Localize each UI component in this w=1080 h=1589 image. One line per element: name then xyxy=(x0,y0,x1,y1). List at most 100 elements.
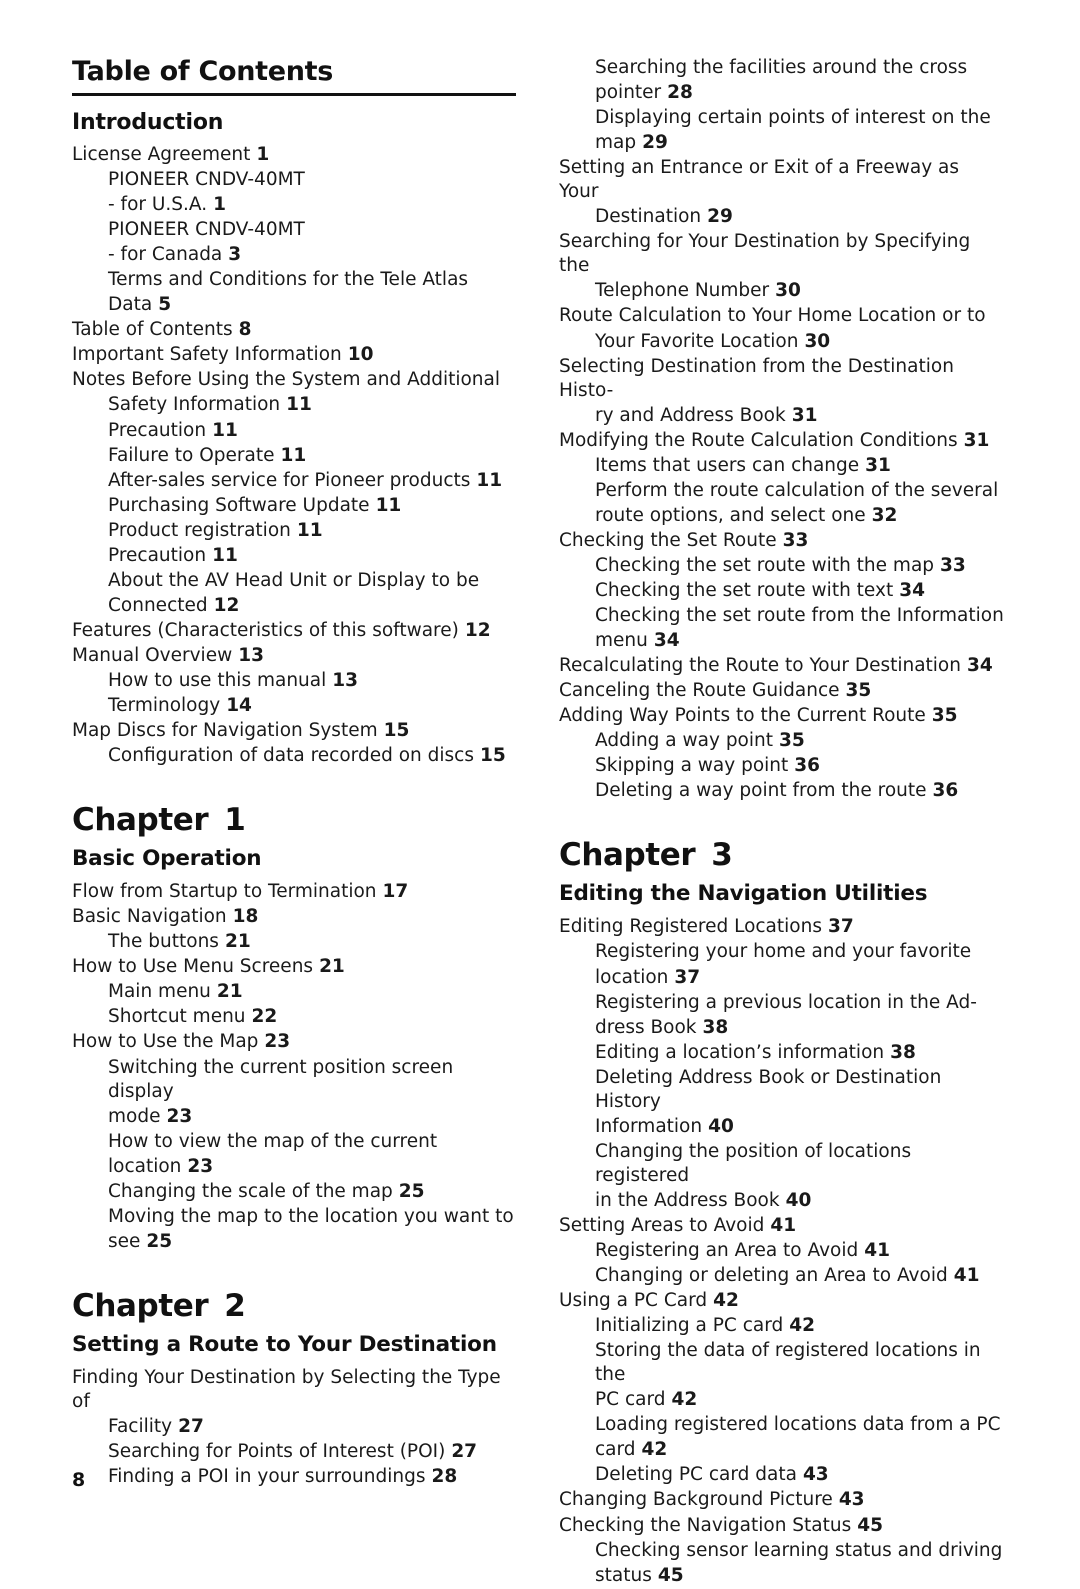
toc-entry[interactable]: Facility 27 xyxy=(72,1415,517,1439)
toc-entry[interactable]: PIONEER CNDV-40MT xyxy=(72,218,517,242)
toc-entry[interactable]: Flow from Startup to Termination 17 xyxy=(72,880,517,904)
toc-entry[interactable]: Checking the set route with the map 33 xyxy=(559,554,1004,578)
toc-entry-page: 41 xyxy=(953,1265,980,1287)
toc-entry[interactable]: Notes Before Using the System and Additi… xyxy=(72,368,517,392)
toc-entry[interactable]: Failure to Operate 11 xyxy=(72,444,517,468)
toc-entry[interactable]: pointer 28 xyxy=(559,81,1004,105)
toc-entry[interactable]: How to use this manual 13 xyxy=(72,669,517,693)
toc-entry[interactable]: Searching for Points of Interest (POI) 27 xyxy=(72,1440,517,1464)
toc-entry[interactable]: Data 5 xyxy=(72,293,517,317)
toc-entry[interactable]: Destination 29 xyxy=(559,205,1004,229)
toc-entry[interactable]: status 45 xyxy=(559,1564,1004,1588)
toc-entry[interactable]: route options, and select one 32 xyxy=(559,504,1004,528)
toc-entry[interactable]: Deleting PC card data 43 xyxy=(559,1463,1004,1487)
toc-entry[interactable]: PC card 42 xyxy=(559,1388,1004,1412)
toc-entry[interactable]: Basic Navigation 18 xyxy=(72,905,517,929)
toc-entry[interactable]: Changing the scale of the map 25 xyxy=(72,1180,517,1204)
toc-entry[interactable]: Adding Way Points to the Current Route 35 xyxy=(559,704,1004,728)
toc-entry[interactable]: Perform the route calculation of the sev… xyxy=(559,479,1004,503)
toc-entry[interactable]: Configuration of data recorded on discs 1… xyxy=(72,744,517,768)
toc-entry[interactable]: Registering your home and your favorite xyxy=(559,940,1004,964)
toc-entry[interactable]: - for U.S.A. 1 xyxy=(72,193,517,217)
toc-entry[interactable]: Initializing a PC card 42 xyxy=(559,1314,1004,1338)
toc-entry[interactable]: Adding a way point 35 xyxy=(559,729,1004,753)
toc-entry[interactable]: Displaying certain points of interest on… xyxy=(559,106,1004,130)
toc-entry[interactable]: Product registration 11 xyxy=(72,519,517,543)
toc-entry[interactable]: Canceling the Route Guidance 35 xyxy=(559,679,1004,703)
toc-entry[interactable]: Information 40 xyxy=(559,1115,1004,1139)
toc-entry[interactable]: menu 34 xyxy=(559,629,1004,653)
toc-entry[interactable]: How to Use Menu Screens 21 xyxy=(72,955,517,979)
toc-entry[interactable]: Moving the map to the location you want … xyxy=(72,1205,517,1229)
toc-entry[interactable]: card 42 xyxy=(559,1438,1004,1462)
toc-entry[interactable]: Safety Information 11 xyxy=(72,393,517,417)
toc-entry[interactable]: How to view the map of the current xyxy=(72,1130,517,1154)
toc-entry[interactable]: dress Book 38 xyxy=(559,1016,1004,1040)
toc-entry[interactable]: Storing the data of registered locations… xyxy=(559,1339,1004,1387)
toc-entry[interactable]: Features (Characteristics of this softwa… xyxy=(72,619,517,643)
toc-entry[interactable]: Switching the current position screen di… xyxy=(72,1056,517,1104)
toc-entry[interactable]: Recalculating the Route to Your Destinat… xyxy=(559,654,1004,678)
toc-entry-text: Configuration of data recorded on discs xyxy=(108,745,474,767)
toc-entry[interactable]: Modifying the Route Calculation Conditio… xyxy=(559,429,1004,453)
toc-entry[interactable]: Important Safety Information 10 xyxy=(72,343,517,367)
toc-entry[interactable]: Loading registered locations data from a… xyxy=(559,1413,1004,1437)
toc-entry[interactable]: Checking the Navigation Status 45 xyxy=(559,1514,1004,1538)
toc-entry[interactable]: map 29 xyxy=(559,131,1004,155)
toc-entry[interactable]: see 25 xyxy=(72,1230,517,1254)
toc-entry[interactable]: Main menu 21 xyxy=(72,980,517,1004)
toc-entry[interactable]: PIONEER CNDV-40MT xyxy=(72,168,517,192)
toc-entry[interactable]: Purchasing Software Update 11 xyxy=(72,494,517,518)
toc-entry[interactable]: Searching for Your Destination by Specif… xyxy=(559,230,1004,278)
toc-entry[interactable]: Registering a previous location in the A… xyxy=(559,991,1004,1015)
toc-entry[interactable]: Checking the set route with text 34 xyxy=(559,579,1004,603)
toc-entry[interactable]: Using a PC Card 42 xyxy=(559,1289,1004,1313)
toc-entry[interactable]: About the AV Head Unit or Display to be xyxy=(72,569,517,593)
toc-entry[interactable]: Checking the Set Route 33 xyxy=(559,529,1004,553)
toc-entry[interactable]: location 37 xyxy=(559,966,1004,990)
toc-entry[interactable]: Shortcut menu 22 xyxy=(72,1005,517,1029)
toc-entry[interactable]: Setting an Entrance or Exit of a Freeway… xyxy=(559,156,1004,204)
toc-entry[interactable]: Finding a POI in your surroundings 28 xyxy=(72,1465,517,1489)
toc-entry[interactable]: Precaution 11 xyxy=(72,419,517,443)
toc-entry[interactable]: Connected 12 xyxy=(72,594,517,618)
toc-entry[interactable]: Manual Overview 13 xyxy=(72,644,517,668)
toc-entry[interactable]: ry and Address Book 31 xyxy=(559,404,1004,428)
toc-entry[interactable]: The buttons 21 xyxy=(72,930,517,954)
toc-entry[interactable]: Table of Contents 8 xyxy=(72,318,517,342)
toc-entry[interactable]: Deleting a way point from the route 36 xyxy=(559,779,1004,803)
toc-entry[interactable]: Selecting Destination from the Destinati… xyxy=(559,355,1004,403)
toc-entry[interactable]: Changing the position of locations regis… xyxy=(559,1140,1004,1188)
toc-entry[interactable]: Terms and Conditions for the Tele Atlas xyxy=(72,268,517,292)
toc-entry[interactable]: Checking the set route from the Informat… xyxy=(559,604,1004,628)
toc-entry[interactable]: Your Favorite Location 30 xyxy=(559,330,1004,354)
toc-entry[interactable]: Terminology 14 xyxy=(72,694,517,718)
toc-entry[interactable]: Searching the facilities around the cros… xyxy=(559,56,1004,80)
toc-entry[interactable]: in the Address Book 40 xyxy=(559,1189,1004,1213)
toc-entry[interactable]: Map Discs for Navigation System 15 xyxy=(72,719,517,743)
toc-entry[interactable]: mode 23 xyxy=(72,1105,517,1129)
toc-entry[interactable]: Items that users can change 31 xyxy=(559,454,1004,478)
toc-entry[interactable]: Checking sensor learning status and driv… xyxy=(559,1539,1004,1563)
toc-entry[interactable]: Skipping a way point 36 xyxy=(559,754,1004,778)
toc-entry[interactable]: Changing or deleting an Area to Avoid 41 xyxy=(559,1264,1004,1288)
toc-entry[interactable]: After-sales service for Pioneer products… xyxy=(72,469,517,493)
toc-entry-text: mode xyxy=(108,1105,161,1127)
toc-entry[interactable]: Editing a location’s information 38 xyxy=(559,1041,1004,1065)
toc-entry[interactable]: Setting Areas to Avoid 41 xyxy=(559,1214,1004,1238)
toc-entry[interactable]: License Agreement 1 xyxy=(72,143,517,167)
toc-entry[interactable]: Finding Your Destination by Selecting th… xyxy=(72,1366,517,1414)
toc-entry[interactable]: location 23 xyxy=(72,1155,517,1179)
toc-entry[interactable]: Editing Registered Locations 37 xyxy=(559,915,1004,939)
toc-entry[interactable]: Registering an Area to Avoid 41 xyxy=(559,1239,1004,1263)
toc-entry[interactable]: Route Calculation to Your Home Location … xyxy=(559,304,1004,328)
toc-entry-text: Initializing a PC card xyxy=(595,1315,784,1337)
toc-entry[interactable]: Telephone Number 30 xyxy=(559,279,1004,303)
toc-entry-text: Manual Overview xyxy=(72,644,233,666)
toc-entry[interactable]: Deleting Address Book or Destination His… xyxy=(559,1066,1004,1114)
toc-entry[interactable]: How to Use the Map 23 xyxy=(72,1030,517,1054)
toc-entry[interactable]: - for Canada 3 xyxy=(72,243,517,267)
toc-list-chapter-2-continued: Searching the facilities around the cros… xyxy=(559,56,1004,803)
toc-entry[interactable]: Precaution 11 xyxy=(72,544,517,568)
toc-entry[interactable]: Changing Background Picture 43 xyxy=(559,1488,1004,1512)
